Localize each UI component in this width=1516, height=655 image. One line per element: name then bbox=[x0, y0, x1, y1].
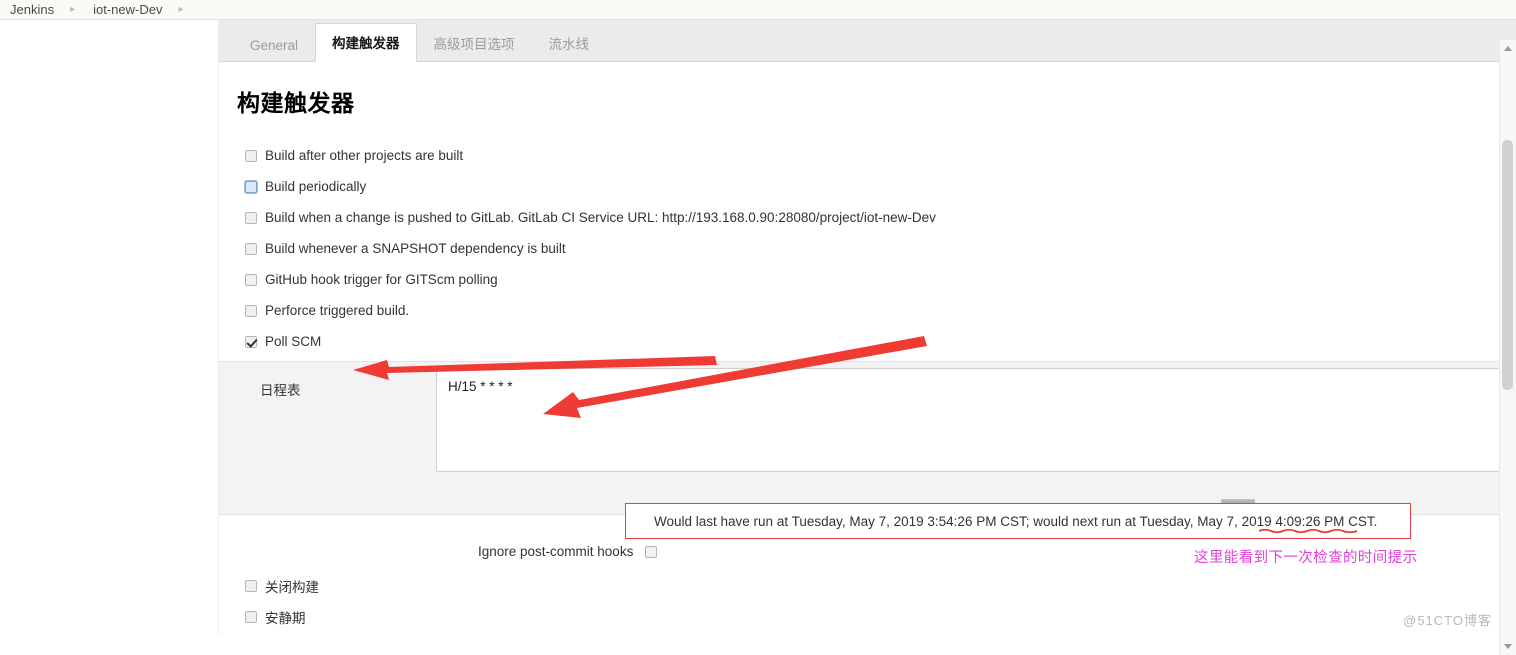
trigger-label: Build whenever a SNAPSHOT dependency is … bbox=[265, 241, 566, 256]
scrollbar-thumb[interactable] bbox=[1502, 140, 1513, 390]
ignore-post-commit-hooks-row[interactable]: Ignore post-commit hooks bbox=[478, 544, 665, 559]
schedule-input[interactable] bbox=[436, 368, 1516, 472]
checkbox-build-periodically[interactable] bbox=[245, 180, 257, 193]
trigger-label: Perforce triggered build. bbox=[265, 303, 410, 318]
side-panel bbox=[0, 20, 218, 635]
checkbox-gitlab-push[interactable] bbox=[245, 211, 257, 224]
trigger-row-perforce[interactable]: Perforce triggered build. bbox=[245, 295, 1516, 326]
main-panel: General 构建触发器 高级项目选项 流水线 构建触发器 Build aft… bbox=[218, 20, 1516, 635]
next-run-info-box: Would last have run at Tuesday, May 7, 2… bbox=[625, 503, 1411, 539]
schedule-section: 日程表 bbox=[219, 361, 1516, 515]
trigger-label: Build when a change is pushed to GitLab.… bbox=[265, 210, 936, 225]
tab-build-triggers[interactable]: 构建触发器 bbox=[315, 23, 417, 62]
chevron-right-icon: ▸ bbox=[178, 4, 184, 15]
checkbox-snapshot-dependency[interactable] bbox=[245, 242, 257, 255]
checkbox-perforce[interactable] bbox=[245, 304, 257, 317]
checkbox-build-after-other-projects[interactable] bbox=[245, 149, 257, 162]
watermark: @51CTO博客 bbox=[1403, 613, 1492, 628]
trigger-label: Build periodically bbox=[265, 179, 367, 194]
ignore-hooks-label: Ignore post-commit hooks bbox=[478, 544, 634, 559]
trigger-row-gitlab-push[interactable]: Build when a change is pushed to GitLab.… bbox=[245, 202, 1516, 233]
checkbox-ignore-post-commit-hooks[interactable] bbox=[645, 545, 658, 558]
chevron-right-icon: ▸ bbox=[70, 4, 76, 15]
tab-general[interactable]: General bbox=[233, 29, 315, 62]
trigger-row-poll-scm[interactable]: Poll SCM bbox=[245, 326, 1516, 357]
trigger-row-build-after-other-projects[interactable]: Build after other projects are built bbox=[245, 140, 1516, 171]
next-run-message: Would last have run at Tuesday, May 7, 2… bbox=[654, 513, 1378, 529]
tab-advanced-options[interactable]: 高级项目选项 bbox=[417, 24, 532, 62]
checkbox-github-hook[interactable] bbox=[245, 273, 257, 286]
trigger-label: Build after other projects are built bbox=[265, 148, 464, 163]
trigger-row-github-hook[interactable]: GitHub hook trigger for GITScm polling bbox=[245, 264, 1516, 295]
trigger-label: 安静期 bbox=[265, 610, 306, 626]
trigger-row-disable-build[interactable]: 关闭构建 bbox=[245, 570, 1516, 601]
lower-trigger-group: 关闭构建 安静期 触发远程构建 (例如,使用脚本) bbox=[219, 570, 1516, 635]
annotation-note: 这里能看到下一次检查的时间提示 bbox=[1194, 550, 1418, 566]
textarea-resize-handle[interactable] bbox=[1221, 499, 1255, 503]
red-underline-annotation bbox=[1259, 528, 1357, 533]
tab-pipeline[interactable]: 流水线 bbox=[532, 24, 607, 62]
breadcrumb-item-jenkins[interactable]: Jenkins bbox=[6, 2, 58, 17]
checkbox-poll-scm[interactable] bbox=[245, 335, 257, 348]
config-tab-bar: General 构建触发器 高级项目选项 流水线 bbox=[219, 20, 1516, 62]
vertical-scrollbar[interactable] bbox=[1499, 40, 1516, 655]
trigger-label: 关闭构建 bbox=[265, 579, 319, 595]
page-title: 构建触发器 bbox=[237, 90, 355, 116]
checkbox-quiet-period[interactable] bbox=[245, 610, 257, 623]
trigger-label: Poll SCM bbox=[265, 334, 322, 349]
trigger-row-quiet-period[interactable]: 安静期 bbox=[245, 601, 1516, 632]
trigger-row-snapshot-dependency[interactable]: Build whenever a SNAPSHOT dependency is … bbox=[245, 233, 1516, 264]
checkbox-disable-build[interactable] bbox=[245, 579, 257, 592]
scroll-up-arrow-icon[interactable] bbox=[1504, 46, 1512, 51]
schedule-label: 日程表 bbox=[260, 383, 301, 398]
trigger-row-build-periodically[interactable]: Build periodically bbox=[245, 171, 1516, 202]
trigger-label: GitHub hook trigger for GITScm polling bbox=[265, 272, 498, 287]
breadcrumb: Jenkins ▸ iot-new-Dev ▸ bbox=[0, 0, 1516, 20]
scroll-down-arrow-icon[interactable] bbox=[1504, 644, 1512, 649]
config-content: 构建触发器 Build after other projects are bui… bbox=[219, 62, 1516, 635]
breadcrumb-item-project[interactable]: iot-new-Dev bbox=[89, 2, 166, 17]
page-body: General 构建触发器 高级项目选项 流水线 构建触发器 Build aft… bbox=[0, 20, 1516, 655]
